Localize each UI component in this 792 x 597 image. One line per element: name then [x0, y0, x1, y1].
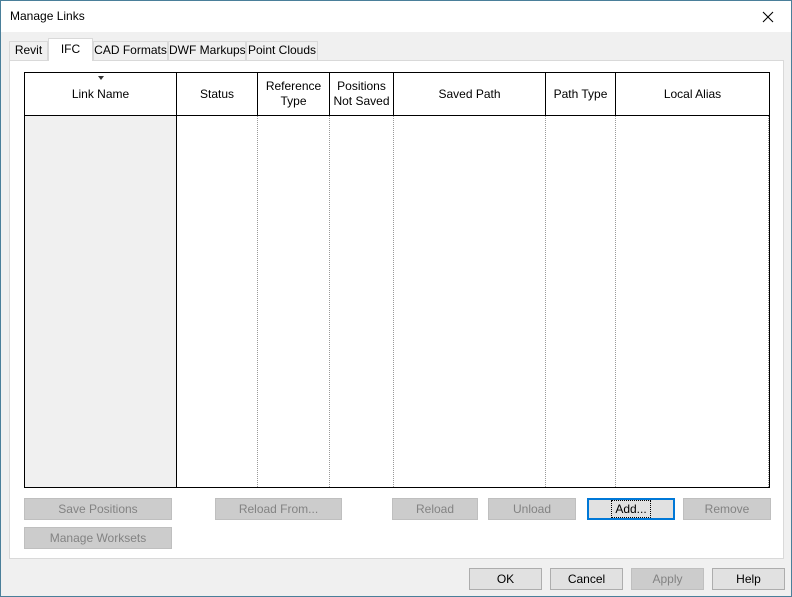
window-title: Manage Links [10, 9, 85, 23]
path-type-column-body [546, 116, 616, 487]
close-button[interactable] [745, 1, 791, 32]
column-header-label: Link Name [71, 86, 130, 101]
column-header-label: Positions Not Saved [333, 79, 390, 108]
unload-button[interactable]: Unload [488, 498, 576, 520]
title-bar: Manage Links [1, 1, 791, 32]
tab-dwf-markups[interactable]: DWF Markups [168, 41, 246, 60]
column-header-label: Status [199, 86, 235, 101]
column-header-label: Local Alias [663, 86, 722, 101]
button-label: Cancel [567, 572, 606, 586]
tab-point-clouds[interactable]: Point Clouds [246, 41, 318, 60]
link-name-column-body [25, 116, 177, 487]
button-label: Reload From... [238, 502, 319, 516]
button-label: OK [496, 572, 515, 586]
column-header-reference-type[interactable]: Reference Type [258, 73, 330, 116]
column-header-link-name[interactable]: Link Name [25, 73, 177, 116]
button-label: Help [736, 572, 761, 586]
sort-descending-icon [97, 76, 104, 80]
ok-button[interactable]: OK [469, 568, 542, 590]
status-column-body [177, 116, 258, 487]
local-alias-column-body [616, 116, 769, 487]
cancel-button[interactable]: Cancel [550, 568, 623, 590]
positions-not-saved-column-body [330, 116, 394, 487]
manage-links-dialog: Manage Links Revit IFC CAD Formats DWF M… [0, 0, 792, 597]
button-label: Save Positions [58, 502, 138, 516]
button-label: Remove [704, 502, 750, 516]
tab-cad-formats[interactable]: CAD Formats [93, 41, 168, 60]
column-header-local-alias[interactable]: Local Alias [616, 73, 769, 116]
column-header-label: Reference Type [265, 79, 322, 108]
apply-button[interactable]: Apply [631, 568, 704, 590]
saved-path-column-body [394, 116, 546, 487]
tab-ifc[interactable]: IFC [48, 38, 93, 61]
add-button[interactable]: Add... [587, 498, 675, 520]
column-header-label: Path Type [553, 86, 608, 101]
column-header-positions-not-saved[interactable]: Positions Not Saved [330, 73, 394, 116]
manage-worksets-button[interactable]: Manage Worksets [24, 527, 172, 549]
reload-from-button[interactable]: Reload From... [215, 498, 342, 520]
tab-revit[interactable]: Revit [9, 41, 48, 60]
button-label: Manage Worksets [49, 531, 147, 545]
button-label: Reload [415, 502, 455, 516]
help-button[interactable]: Help [712, 568, 785, 590]
column-header-path-type[interactable]: Path Type [546, 73, 616, 116]
column-header-status[interactable]: Status [177, 73, 258, 116]
column-header-label: Saved Path [438, 86, 501, 101]
links-table[interactable]: Link Name Status Reference Type Position… [24, 72, 770, 488]
reference-type-column-body [258, 116, 330, 487]
close-icon [762, 11, 774, 22]
remove-button[interactable]: Remove [683, 498, 771, 520]
button-label: Apply [652, 572, 683, 586]
column-header-saved-path[interactable]: Saved Path [394, 73, 546, 116]
save-positions-button[interactable]: Save Positions [24, 498, 172, 520]
button-label: Unload [512, 502, 552, 516]
reload-button[interactable]: Reload [392, 498, 478, 520]
button-label: Add... [611, 500, 651, 518]
